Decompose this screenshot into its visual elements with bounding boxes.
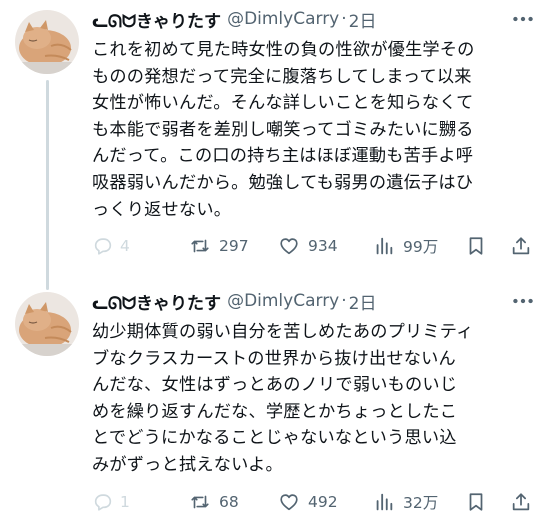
more-options-button[interactable] — [510, 288, 536, 314]
reply-button[interactable]: 4 — [92, 232, 130, 260]
tweet-text: 幼少期体質の弱い自分を苦しめたあのプリミティ ブなクラスカーストの世界から抜け出… — [92, 319, 532, 479]
tweet-text-line: んだって。この口の持ち主はほぼ運動も苦手よ呼 — [92, 146, 474, 167]
bookmark-icon — [469, 493, 483, 511]
tweet-text-line: んだな、女性はずっとあのノリで弱いものいじ — [92, 375, 458, 396]
tweet[interactable]: ᓚᘏᗢきゃりたす @DimlyCarry · 2日 幼少期体質の弱い自分を苦しめ… — [0, 282, 550, 530]
share-button[interactable] — [510, 488, 532, 516]
more-dots-icon — [513, 16, 533, 22]
tweet-text-line: めを繰り返すんだな、学歴とかちょっとしたこ — [92, 401, 458, 422]
display-name[interactable]: ᓚᘏᗢきゃりたす — [92, 289, 221, 314]
tweet-text-line: ブなクラスカーストの世界から抜け出せないん — [92, 348, 456, 369]
tweet[interactable]: ᓚᘏᗢきゃりたす @DimlyCarry · 2日 これを初めて見た時女性の負の… — [0, 0, 550, 290]
like-button[interactable]: 492 — [278, 488, 338, 516]
bar-chart-icon — [376, 237, 393, 255]
cat-avatar-image — [15, 10, 79, 74]
repost-count: 68 — [219, 493, 239, 511]
tweet-text-line: っくり返せない。 — [92, 199, 232, 220]
separator-dot: · — [341, 291, 347, 311]
display-name[interactable]: ᓚᘏᗢきゃりたす — [92, 7, 221, 32]
like-count: 934 — [308, 237, 338, 255]
tweet-header: ᓚᘏᗢきゃりたす @DimlyCarry · 2日 — [92, 288, 376, 314]
timestamp[interactable]: 2日 — [349, 289, 377, 314]
heart-icon — [280, 238, 298, 255]
tweet-text-line: ものの発想だって完全に腹落ちしてしまって以来 — [92, 66, 472, 87]
like-count: 492 — [308, 493, 338, 511]
tweet-actions: 1 68 492 32万 — [92, 488, 538, 516]
reply-count: 1 — [120, 493, 130, 511]
tweet-text-line: 吸器弱いんだから。勉強しても弱男の遺伝子はひ — [92, 172, 474, 193]
more-options-button[interactable] — [510, 6, 536, 32]
user-handle[interactable]: @DimlyCarry — [227, 291, 339, 311]
timestamp[interactable]: 2日 — [349, 7, 377, 32]
heart-icon — [280, 494, 298, 511]
avatar[interactable] — [15, 292, 79, 356]
tweet-text-line: とでどうにかなることじゃないなという思い込 — [92, 428, 457, 449]
repost-count: 297 — [219, 237, 249, 255]
thread-line — [46, 80, 49, 290]
repost-button[interactable]: 68 — [189, 488, 239, 516]
share-upload-icon — [512, 237, 530, 255]
share-button[interactable] — [510, 232, 532, 260]
reply-button[interactable]: 1 — [92, 488, 130, 516]
bar-chart-icon — [376, 493, 393, 511]
view-count: 32万 — [403, 494, 439, 512]
speech-bubble-icon — [94, 494, 112, 511]
reply-count: 4 — [120, 237, 130, 255]
avatar[interactable] — [15, 10, 79, 74]
tweet-actions: 4 297 934 99万 — [92, 232, 538, 260]
views-button[interactable]: 99万 — [373, 232, 438, 260]
tweet-text-line: これを初めて見た時女性の負の性欲が優生学その — [92, 40, 475, 60]
speech-bubble-icon — [94, 238, 112, 255]
more-dots-icon — [513, 298, 533, 304]
repost-button[interactable]: 297 — [189, 232, 249, 260]
view-count: 99万 — [403, 238, 439, 256]
views-button[interactable]: 32万 — [373, 488, 438, 516]
bookmark-button[interactable] — [465, 488, 487, 516]
like-button[interactable]: 934 — [278, 232, 338, 260]
bookmark-icon — [469, 237, 483, 255]
tweet-text: これを初めて見た時女性の負の性欲が優生学その ものの発想だって完全に腹落ちしてし… — [92, 37, 532, 223]
tweet-header: ᓚᘏᗢきゃりたす @DimlyCarry · 2日 — [92, 6, 376, 32]
repost-arrows-icon — [191, 239, 209, 253]
user-handle[interactable]: @DimlyCarry — [227, 9, 339, 29]
cat-avatar-image — [15, 292, 79, 356]
bookmark-button[interactable] — [465, 232, 487, 260]
tweet-text-line: も本能で弱者を差別し嘲笑ってゴミみたいに嬲る — [92, 119, 474, 140]
share-upload-icon — [512, 493, 530, 511]
repost-arrows-icon — [191, 495, 209, 509]
tweet-text-line: みがずっと拭えないよ。 — [92, 454, 283, 475]
tweet-text-line: 幼少期体質の弱い自分を苦しめたあのプリミティ — [92, 322, 474, 342]
separator-dot: · — [341, 9, 347, 29]
tweet-text-line: 女性が怖いんだ。そんな詳しいことを知らなくて — [92, 93, 474, 114]
